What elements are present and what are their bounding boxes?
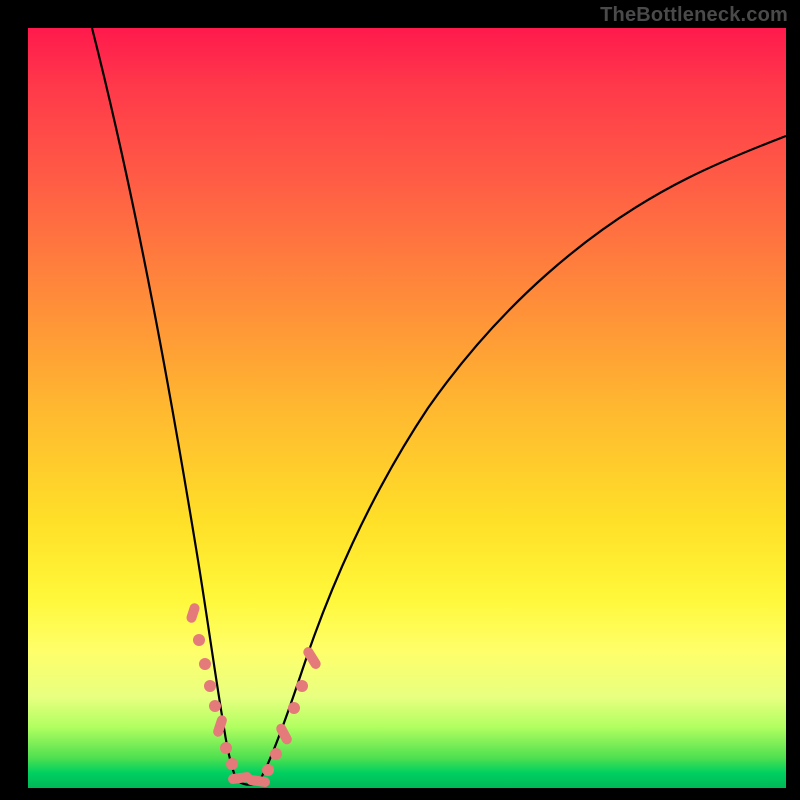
- watermark-text: TheBottleneck.com: [600, 4, 788, 27]
- chart-frame: TheBottleneck.com: [0, 0, 800, 800]
- marker-cluster: [185, 602, 322, 788]
- curve-right: [258, 136, 786, 783]
- curve-left: [92, 28, 237, 780]
- curve-layer: [28, 28, 786, 788]
- plot-area: [28, 28, 786, 788]
